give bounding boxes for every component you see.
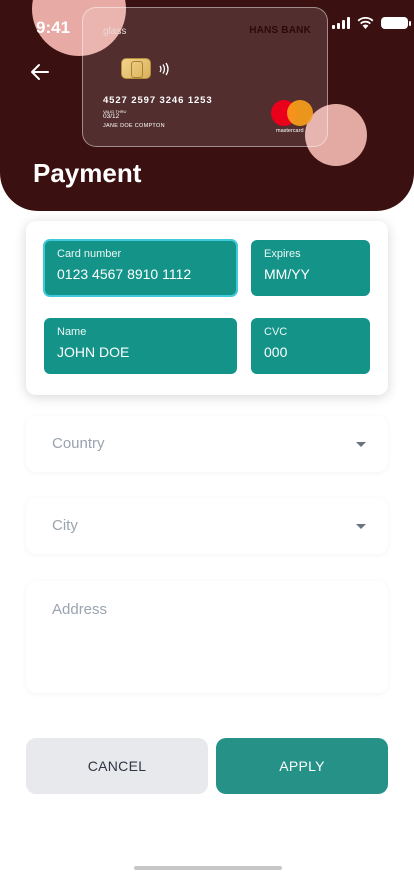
expires-value: MM/YY xyxy=(264,266,310,282)
cancel-button[interactable]: CANCEL xyxy=(26,738,208,794)
battery-icon xyxy=(381,17,411,29)
page-title: Payment xyxy=(33,158,142,188)
cellular-signal-icon xyxy=(332,17,350,29)
card-number-label: Card number xyxy=(57,248,122,260)
status-time: 9:41 xyxy=(36,18,71,37)
card-number-value: 0123 4567 8910 1112 xyxy=(57,266,192,282)
expires-label: Expires xyxy=(264,248,301,260)
cvc-label: CVC xyxy=(264,326,288,338)
card-details-form: Card number 0123 4567 8910 1112 Expires … xyxy=(26,221,388,395)
back-arrow-icon[interactable] xyxy=(28,60,52,84)
card-network-text: mastercard xyxy=(276,128,304,134)
country-placeholder: Country xyxy=(52,435,105,452)
wifi-icon xyxy=(357,17,374,29)
cvc-field[interactable]: CVC 000 xyxy=(251,318,370,374)
name-value: JOHN DOE xyxy=(57,344,130,360)
address-placeholder: Address xyxy=(52,601,108,618)
city-select[interactable]: City xyxy=(26,498,388,554)
card-chip-icon xyxy=(121,58,151,79)
card-number-field[interactable]: Card number 0123 4567 8910 1112 xyxy=(43,239,238,297)
city-placeholder: City xyxy=(52,517,78,534)
contactless-icon xyxy=(159,62,169,76)
name-label: Name xyxy=(57,326,87,338)
card-number-text: 4527 2597 3246 1253 xyxy=(103,95,213,106)
status-bar: 9:41 xyxy=(0,0,414,54)
expires-field[interactable]: Expires MM/YY xyxy=(251,240,370,296)
name-field[interactable]: Name JOHN DOE xyxy=(44,318,237,374)
chevron-down-icon xyxy=(356,524,366,529)
chevron-down-icon xyxy=(356,442,366,447)
status-icons xyxy=(332,17,411,29)
apply-button[interactable]: APPLY xyxy=(216,738,388,794)
header: glass HANS BANK 4527 2597 3246 1253 VALI… xyxy=(0,0,414,211)
card-holder-name: JANE DOE COMPTON xyxy=(103,123,165,129)
cvc-value: 000 xyxy=(264,344,288,360)
card-expiry-text: 03/12 xyxy=(103,113,120,120)
mastercard-logo-icon xyxy=(271,100,313,126)
home-indicator xyxy=(134,866,282,870)
country-select[interactable]: Country xyxy=(26,416,388,472)
address-textarea[interactable]: Address xyxy=(26,581,388,693)
